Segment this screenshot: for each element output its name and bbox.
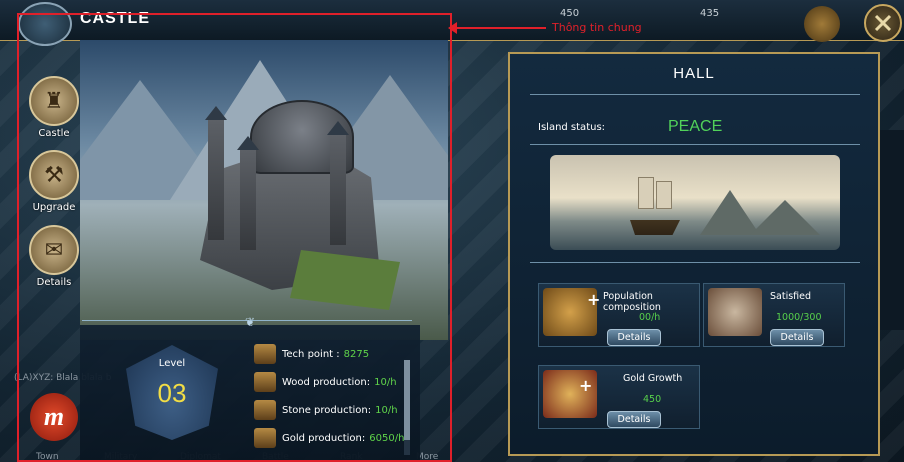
hall-divider (530, 262, 860, 263)
annotation-arrow (448, 22, 546, 34)
satisfaction-value: 1000/300 (776, 312, 822, 323)
gold-growth-card: + Gold Growth 450 Details (538, 365, 700, 429)
population-value: 00/h (639, 312, 661, 323)
population-title: Population composition (603, 291, 661, 313)
gold-growth-title: Gold Growth (623, 373, 683, 384)
island-rock (750, 200, 820, 235)
resource-counter-2: 435 (700, 8, 720, 19)
side-panel-edge (880, 130, 904, 330)
population-card: + Population composition 00/h Details (538, 283, 700, 347)
gold-details-button[interactable]: Details (607, 411, 661, 428)
handshake-icon (708, 288, 762, 336)
hall-title: HALL (673, 65, 715, 82)
plus-icon: + (579, 376, 593, 395)
annotation-label: Thông tin chung (552, 21, 642, 34)
hall-divider (530, 144, 860, 145)
hall-divider (530, 94, 860, 95)
satisfaction-title: Satisfied (770, 291, 812, 302)
satisfaction-card: Satisfied 1000/300 Details (703, 283, 845, 347)
gold-growth-value: 450 (643, 394, 662, 405)
close-icon (874, 14, 892, 32)
plus-icon: + (587, 290, 601, 309)
island-status-value: PEACE (668, 118, 723, 135)
ship-sail (638, 177, 654, 209)
ship-sail (656, 181, 672, 209)
coin-icon (804, 6, 840, 42)
close-button[interactable] (864, 4, 902, 42)
island-sea-image (550, 155, 840, 250)
island-rock (700, 190, 760, 235)
island-status-label: Island status: (538, 122, 606, 133)
population-details-button[interactable]: Details (607, 329, 661, 346)
satisfaction-details-button[interactable]: Details (770, 329, 824, 346)
annotation-highlight-box (17, 13, 452, 462)
